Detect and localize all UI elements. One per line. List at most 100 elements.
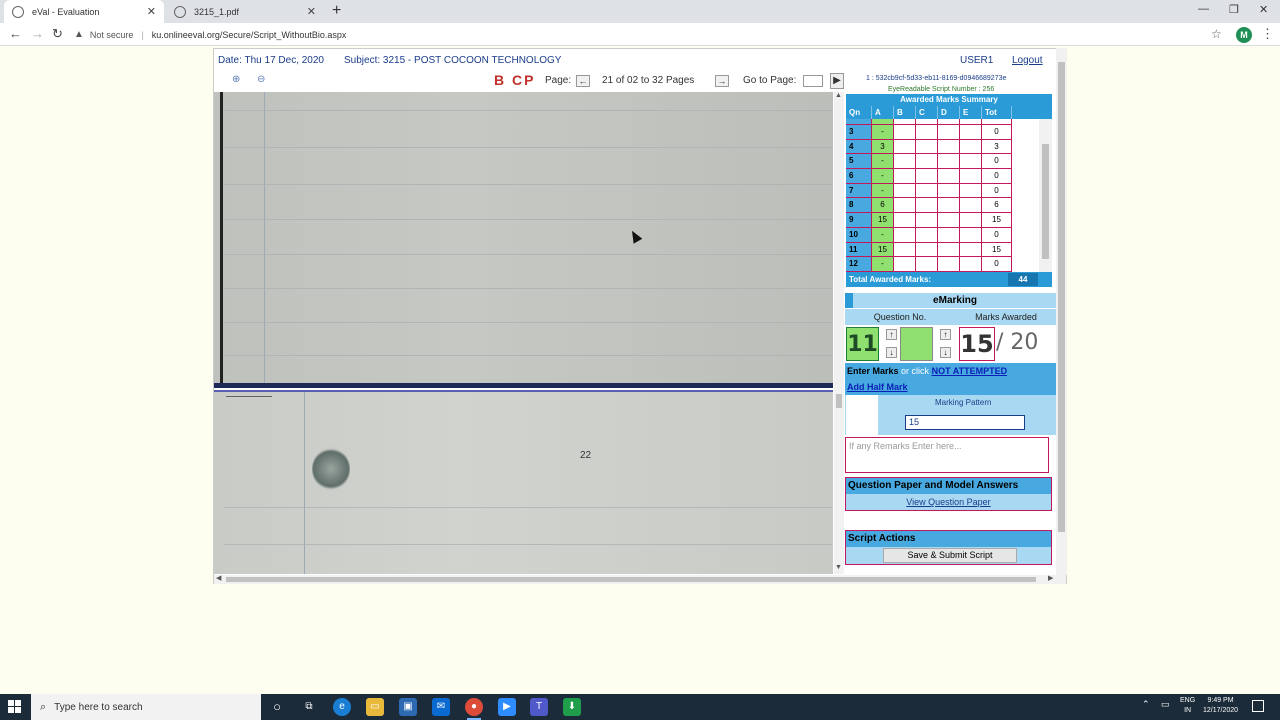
windows-start-icon[interactable] bbox=[8, 700, 22, 714]
restore-icon[interactable]: ❐ bbox=[1229, 3, 1239, 16]
language-indicator[interactable]: ENG IN bbox=[1180, 696, 1195, 716]
tot-cell: 6 bbox=[982, 198, 1012, 214]
scroll-up-icon[interactable]: ▲ bbox=[835, 92, 842, 99]
table-row[interactable]: 866 bbox=[846, 198, 1052, 214]
scroll-right-icon[interactable]: ▶ bbox=[1048, 574, 1053, 582]
bookmark-star-icon[interactable]: ☆ bbox=[1211, 27, 1222, 41]
scroll-thumb[interactable] bbox=[836, 394, 842, 408]
not-attempted-link[interactable]: NOT ATTEMPTED bbox=[932, 366, 1008, 376]
save-submit-button[interactable]: Save & Submit Script bbox=[883, 548, 1017, 563]
reload-icon[interactable]: ↻ bbox=[52, 26, 63, 42]
menu-icon[interactable]: ⋮ bbox=[1261, 26, 1274, 42]
close-tab-icon[interactable]: ✕ bbox=[307, 5, 316, 18]
remarks-textarea[interactable]: If any Remarks Enter here... bbox=[845, 437, 1049, 473]
clock-date: 12/17/2020 bbox=[1203, 707, 1239, 714]
qn-cell: 4 bbox=[846, 139, 872, 155]
viewer-toolbar: ⊕ ⊖ B CP Page: ← 21 of 02 to 32 Pages → … bbox=[214, 71, 844, 91]
add-half-mark-link[interactable]: Add Half Mark bbox=[847, 382, 908, 392]
task-view-icon[interactable]: ⧉ bbox=[300, 698, 318, 716]
tray-chevron-icon[interactable]: ⌃ bbox=[1142, 699, 1150, 710]
next-page-icon[interactable]: → bbox=[715, 75, 729, 87]
viewer-scrollbar[interactable]: ▲ ▼ bbox=[834, 92, 844, 574]
page-indicator: 21 of 02 to 32 Pages bbox=[602, 75, 695, 86]
goto-play-icon[interactable]: ▶ bbox=[830, 73, 844, 89]
zoom-out-icon[interactable]: ⊖ bbox=[257, 74, 265, 85]
goto-page-input[interactable] bbox=[803, 75, 823, 87]
ruled-line bbox=[224, 110, 832, 111]
minimize-icon[interactable]: — bbox=[1198, 3, 1209, 15]
mail-icon[interactable]: ✉ bbox=[432, 698, 450, 716]
file-explorer-icon[interactable]: ▭ bbox=[366, 698, 384, 716]
date-label: Date: Thu 17 Dec, 2020 bbox=[218, 54, 324, 66]
url-field[interactable]: ▲ Not secure | ku.onlineeval.org/Secure/… bbox=[74, 25, 1234, 44]
scroll-thumb[interactable] bbox=[1042, 144, 1049, 259]
notification-icon[interactable] bbox=[1252, 700, 1264, 712]
script-viewer[interactable]: 22 ▲ ▼ bbox=[214, 92, 844, 574]
scroll-down-icon[interactable]: ▼ bbox=[835, 564, 842, 571]
col-qn: Qn bbox=[846, 106, 872, 119]
prev-page-icon[interactable]: ← bbox=[576, 75, 590, 87]
table-row[interactable]: 7- 0 bbox=[846, 183, 1052, 199]
view-question-paper-link[interactable]: View Question Paper bbox=[906, 497, 990, 507]
taskbar-clock[interactable]: 9:49 PM 12/17/2020 bbox=[1203, 696, 1238, 716]
table-row[interactable]: 12- 0 bbox=[846, 257, 1052, 272]
table-row[interactable]: 5- 0 bbox=[846, 154, 1052, 170]
b-cell bbox=[894, 257, 916, 272]
col-c: C bbox=[916, 106, 938, 119]
tab-pdf[interactable]: 3215_1.pdf ✕ bbox=[166, 0, 324, 23]
scroll-thumb[interactable] bbox=[1058, 62, 1065, 532]
ruled-line bbox=[226, 396, 272, 397]
cortana-icon[interactable]: ○ bbox=[268, 698, 286, 716]
forward-icon[interactable]: → bbox=[31, 26, 44, 41]
browser-tabstrip: eVal - Evaluation ✕ 3215_1.pdf ✕ + — ❐ ✕ bbox=[0, 0, 1280, 23]
d-cell bbox=[938, 139, 960, 155]
table-row[interactable]: 11 15 15 bbox=[846, 242, 1052, 258]
page-bottom-edge bbox=[214, 383, 833, 388]
tot-cell: 15 bbox=[982, 242, 1012, 258]
table-row[interactable]: 3- 0 bbox=[846, 125, 1052, 140]
a-cell: - bbox=[872, 169, 894, 184]
question-down-icon[interactable]: ↓ bbox=[886, 347, 897, 358]
profile-avatar[interactable]: M bbox=[1236, 27, 1252, 43]
col-e: E bbox=[960, 106, 982, 119]
table-row[interactable]: 9 15 15 bbox=[846, 213, 1052, 228]
close-window-icon[interactable]: ✕ bbox=[1259, 3, 1268, 16]
a-cell: 6 bbox=[872, 198, 894, 214]
question-up-icon[interactable]: ↑ bbox=[886, 329, 897, 340]
taskbar-search[interactable]: ⌕ Type here to search bbox=[31, 694, 261, 720]
download-app-icon[interactable]: ⬇ bbox=[563, 698, 581, 716]
zoom-in-icon[interactable]: ⊕ bbox=[232, 74, 240, 85]
scroll-thumb[interactable] bbox=[226, 577, 1036, 582]
battery-icon[interactable]: ▭ bbox=[1161, 699, 1170, 710]
edge-icon[interactable]: e bbox=[333, 698, 351, 716]
e-cell bbox=[960, 227, 982, 243]
total-value: 44 bbox=[1008, 273, 1038, 286]
scroll-left-icon[interactable]: ◀ bbox=[216, 574, 221, 582]
chrome-icon[interactable]: ● bbox=[465, 698, 483, 720]
tools-label[interactable]: B CP bbox=[494, 72, 535, 88]
table-row[interactable]: 6- 0 bbox=[846, 169, 1052, 184]
marking-pattern-input[interactable]: 15 bbox=[905, 415, 1025, 430]
summary-scrollbar[interactable] bbox=[1039, 119, 1052, 272]
summary-header: Qn A B C D E Tot bbox=[846, 106, 1052, 119]
teams-icon[interactable]: T bbox=[530, 698, 548, 716]
page-scrollbar[interactable] bbox=[1056, 48, 1067, 575]
back-icon[interactable]: ← bbox=[9, 26, 22, 41]
new-tab-icon[interactable]: + bbox=[332, 2, 341, 20]
table-row[interactable]: 10- 0 bbox=[846, 227, 1052, 243]
close-tab-icon[interactable]: ✕ bbox=[147, 5, 156, 18]
tot-cell: 0 bbox=[982, 183, 1012, 199]
logout-link[interactable]: Logout bbox=[1012, 55, 1043, 66]
horizontal-scrollbar[interactable]: ◀ ▶ bbox=[214, 575, 1066, 584]
marks-down-icon[interactable]: ↓ bbox=[940, 347, 951, 358]
tab-eval[interactable]: eVal - Evaluation ✕ bbox=[4, 0, 164, 23]
or-click-text: or click bbox=[901, 366, 930, 376]
total-label: Total Awarded Marks: bbox=[849, 275, 932, 284]
goto-label: Go to Page: bbox=[743, 75, 797, 86]
table-row[interactable]: 433 bbox=[846, 139, 1052, 155]
store-icon[interactable]: ▣ bbox=[399, 698, 417, 716]
zoom-icon[interactable]: ▶ bbox=[498, 698, 516, 716]
marks-up-icon[interactable]: ↑ bbox=[940, 329, 951, 340]
marks-input[interactable] bbox=[900, 327, 933, 361]
ruled-line bbox=[224, 219, 832, 220]
